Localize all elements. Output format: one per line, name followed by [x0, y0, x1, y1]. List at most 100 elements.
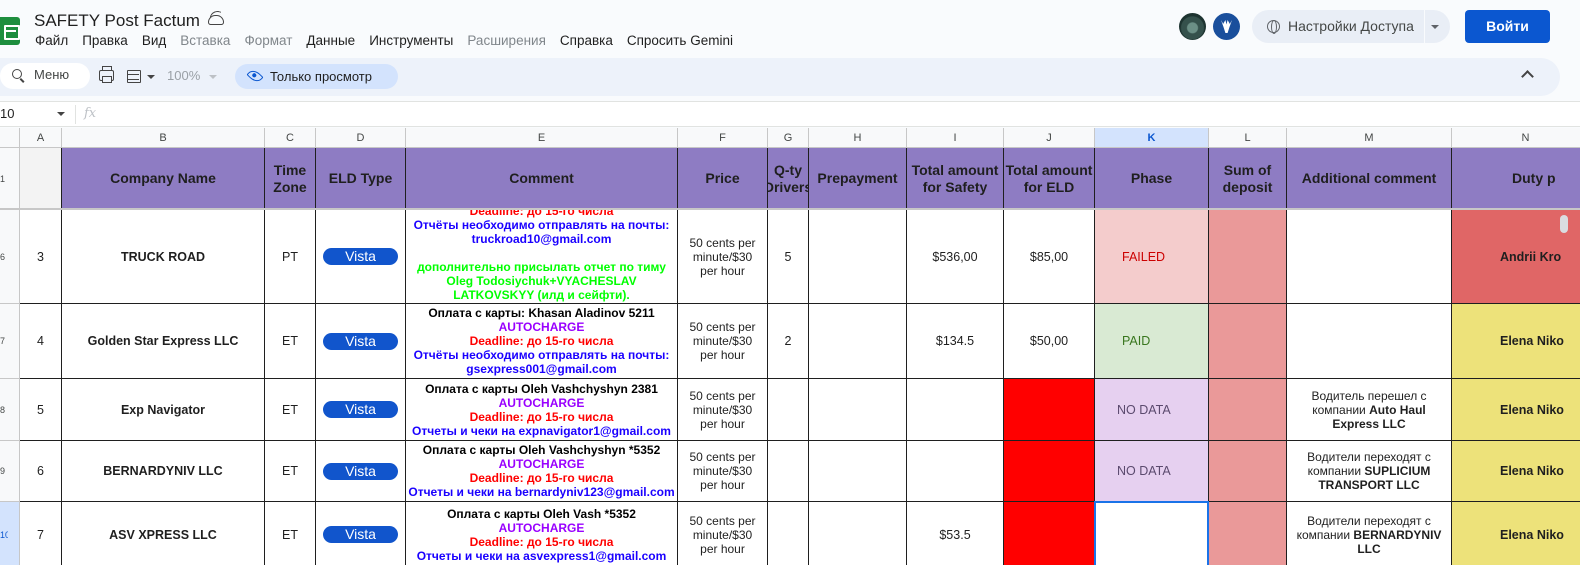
column-header-g[interactable]: G — [768, 128, 809, 148]
duty-person-cell[interactable]: Elena Niko — [1452, 441, 1580, 502]
additional-comment-cell[interactable]: Водители переходят с компании SUPLICIUM … — [1287, 441, 1452, 502]
eld-type-cell[interactable]: Vista — [316, 210, 406, 304]
phase-cell[interactable]: NO DATA — [1095, 379, 1209, 441]
row-index-cell[interactable]: 3 — [20, 210, 62, 304]
phase-cell[interactable]: PAID — [1095, 304, 1209, 379]
safety-total-cell[interactable] — [907, 441, 1004, 502]
header-cell-m[interactable]: Additional comment — [1287, 148, 1452, 210]
menu-item-5[interactable]: Данные — [306, 33, 355, 48]
duty-person-cell[interactable]: Elena Niko — [1452, 304, 1580, 379]
header-cell-l[interactable]: Sum of deposit — [1209, 148, 1287, 210]
safety-total-cell[interactable]: $134.5 — [907, 304, 1004, 379]
price-cell[interactable]: 50 cents per minute/$30 per hour — [678, 210, 768, 304]
header-cell-g[interactable]: Q-ty Drivers — [768, 148, 809, 210]
header-cell-a[interactable] — [20, 148, 62, 210]
menu-item-9[interactable]: Спросить Gemini — [627, 33, 733, 48]
spreadsheet-grid[interactable]: A B C D E F G H I J K L M N 1 6 7 8 9 10 Company Name Time Zo… — [0, 128, 1580, 565]
select-all-corner[interactable] — [0, 128, 20, 148]
menu-item-1[interactable]: Правка — [82, 33, 128, 48]
login-button[interactable]: Войти — [1465, 10, 1550, 43]
comment-cell[interactable]: Оплата с карты Oleh Vashchyshyn 2381 AUTO… — [406, 379, 678, 441]
menu-item-0[interactable]: Файл — [35, 33, 68, 48]
company-name-cell[interactable]: Exp Navigator — [62, 379, 265, 441]
duty-person-cell[interactable]: Elena Niko — [1452, 379, 1580, 441]
qty-drivers-cell[interactable]: 2 — [768, 304, 809, 379]
comment-cell[interactable]: Оплата с карты: Khasan Aladinov 5211 AUTO… — [406, 304, 678, 379]
row-index-cell[interactable]: 7 — [20, 502, 62, 565]
column-header-m[interactable]: M — [1287, 128, 1452, 148]
chevron-down-icon[interactable] — [209, 75, 217, 79]
column-header-e[interactable]: E — [406, 128, 678, 148]
eld-type-cell[interactable]: Vista — [316, 441, 406, 502]
comment-cell[interactable]: Оплата с карты Oleh Vash *5352 AUTOCHARGE… — [406, 502, 678, 565]
additional-comment-cell[interactable] — [1287, 210, 1452, 304]
sheets-logo-icon[interactable] — [0, 17, 20, 45]
qty-drivers-cell[interactable]: 5 — [768, 210, 809, 304]
print-icon[interactable] — [99, 66, 114, 83]
column-header-c[interactable]: C — [265, 128, 316, 148]
header-cell-j[interactable]: Total amount for ELD — [1004, 148, 1095, 210]
comment-cell[interactable]: Оплата с карты Oleh Vashchyshyn *5352 AUT… — [406, 441, 678, 502]
deposit-cell[interactable] — [1209, 441, 1287, 502]
header-cell-d[interactable]: ELD Type — [316, 148, 406, 210]
prepayment-cell[interactable] — [809, 304, 907, 379]
deposit-cell[interactable] — [1209, 502, 1287, 565]
column-header-k[interactable]: K — [1095, 128, 1209, 148]
row-index-cell[interactable]: 5 — [20, 379, 62, 441]
user-avatar-2[interactable] — [1213, 13, 1240, 40]
column-header-j[interactable]: J — [1004, 128, 1095, 148]
column-header-a[interactable]: A — [20, 128, 62, 148]
menu-item-3[interactable]: Вставка — [180, 33, 230, 48]
column-header-f[interactable]: F — [678, 128, 768, 148]
column-header-i[interactable]: I — [907, 128, 1004, 148]
eld-total-cell[interactable] — [1004, 502, 1095, 565]
column-header-n[interactable]: N — [1452, 128, 1580, 148]
safety-total-cell[interactable]: $53.5 — [907, 502, 1004, 565]
row-index-cell[interactable]: 6 — [20, 441, 62, 502]
chevron-down-icon[interactable] — [147, 75, 155, 79]
chevron-down-icon[interactable] — [1431, 25, 1439, 29]
time-zone-cell[interactable]: ET — [265, 502, 316, 565]
eld-total-cell[interactable]: $85,00 — [1004, 210, 1095, 304]
eld-total-cell[interactable] — [1004, 379, 1095, 441]
price-cell[interactable]: 50 cents per minute/$30 per hour — [678, 379, 768, 441]
menu-item-8[interactable]: Справка — [560, 33, 613, 48]
company-name-cell[interactable]: BERNARDYNIV LLC — [62, 441, 265, 502]
eld-type-chip[interactable]: Vista — [323, 526, 398, 543]
header-cell-f[interactable]: Price — [678, 148, 768, 210]
prepayment-cell[interactable] — [809, 379, 907, 441]
column-header-h[interactable]: H — [809, 128, 907, 148]
header-cell-n[interactable]: Duty p — [1452, 148, 1580, 210]
eld-type-chip[interactable]: Vista — [323, 462, 398, 480]
phase-cell[interactable]: NO DATA — [1095, 441, 1209, 502]
phase-cell[interactable]: FAILED — [1095, 210, 1209, 304]
header-cell-e[interactable]: Comment — [406, 148, 678, 210]
additional-comment-cell[interactable] — [1287, 304, 1452, 379]
time-zone-cell[interactable]: ET — [265, 304, 316, 379]
row-header-1[interactable]: 1 — [0, 148, 20, 210]
eld-type-cell[interactable]: Vista — [316, 304, 406, 379]
time-zone-cell[interactable]: ET — [265, 441, 316, 502]
row-header-7[interactable]: 7 — [0, 304, 20, 379]
header-cell-c[interactable]: Time Zone — [265, 148, 316, 210]
row-header-9[interactable]: 9 — [0, 441, 20, 502]
vertical-scrollbar[interactable] — [1560, 215, 1568, 233]
column-header-l[interactable]: L — [1209, 128, 1287, 148]
eld-type-chip[interactable]: Vista — [323, 401, 398, 418]
header-cell-b[interactable]: Company Name — [62, 148, 265, 210]
menu-search-input[interactable]: Меню — [0, 63, 90, 89]
qty-drivers-cell[interactable] — [768, 379, 809, 441]
eld-type-cell[interactable]: Vista — [316, 379, 406, 441]
access-settings-button[interactable]: Настройки Доступа — [1252, 10, 1450, 43]
view-only-chip[interactable]: Только просмотр — [235, 64, 398, 89]
deposit-cell[interactable] — [1209, 379, 1287, 441]
row-index-cell[interactable]: 4 — [20, 304, 62, 379]
user-avatar-1[interactable] — [1179, 13, 1206, 40]
deposit-cell[interactable] — [1209, 210, 1287, 304]
company-name-cell[interactable]: Golden Star Express LLC — [62, 304, 265, 379]
chevron-down-icon[interactable] — [57, 112, 65, 116]
menu-item-7[interactable]: Расширения — [467, 33, 546, 48]
eld-total-cell[interactable]: $50,00 — [1004, 304, 1095, 379]
row-header-8[interactable]: 8 — [0, 379, 20, 441]
row-header-10[interactable]: 10 — [0, 502, 20, 565]
